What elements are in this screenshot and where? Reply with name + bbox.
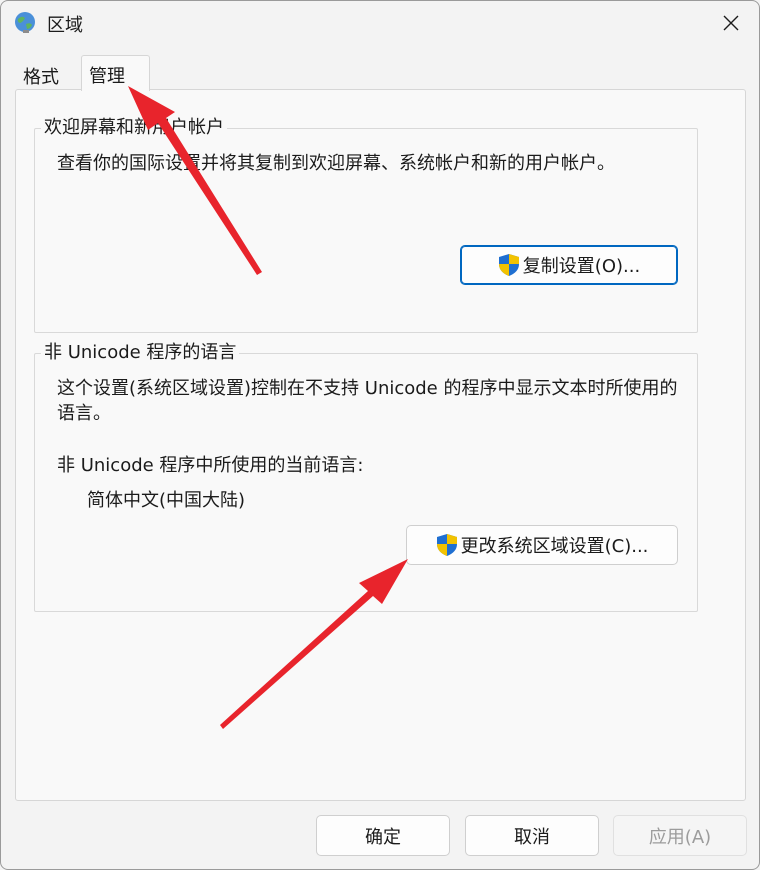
tab-administrative[interactable]: 管理 (81, 55, 150, 91)
change-system-locale-button[interactable]: 更改系统区域设置(C)... (406, 525, 678, 565)
non-unicode-description-line1: 这个设置(系统区域设置)控制在不支持 Unicode 的程序中显示文本时所使用的 (57, 378, 678, 399)
welcome-group-title: 欢迎屏幕和新用户帐户 (41, 117, 227, 139)
welcome-description: 查看你的国际设置并将其复制到欢迎屏幕、系统帐户和新的用户帐户。 (57, 153, 615, 174)
globe-icon (15, 12, 35, 33)
window-title: 区域 (47, 15, 83, 36)
current-language-value: 简体中文(中国大陆) (87, 490, 246, 511)
administrative-panel: 欢迎屏幕和新用户帐户 查看你的国际设置并将其复制到欢迎屏幕、系统帐户和新的用户帐… (15, 89, 746, 801)
ok-button[interactable]: 确定 (316, 815, 450, 856)
tab-format[interactable]: 格式 (15, 58, 81, 90)
apply-button: 应用(A) (613, 815, 747, 856)
uac-shield-icon (436, 534, 457, 556)
copy-settings-button[interactable]: 复制设置(O)... (460, 245, 678, 285)
close-icon (723, 15, 739, 31)
cancel-button[interactable]: 取消 (465, 815, 599, 856)
non-unicode-group-title: 非 Unicode 程序的语言 (41, 342, 240, 364)
current-language-label: 非 Unicode 程序中所使用的当前语言: (57, 455, 364, 476)
uac-shield-icon (498, 254, 519, 276)
non-unicode-group: 非 Unicode 程序的语言 这个设置(系统区域设置)控制在不支持 Unico… (34, 342, 698, 612)
welcome-screen-group: 欢迎屏幕和新用户帐户 查看你的国际设置并将其复制到欢迎屏幕、系统帐户和新的用户帐… (34, 117, 698, 333)
title-bar: 区域 (1, 1, 759, 45)
change-system-locale-label: 更改系统区域设置(C)... (460, 536, 649, 557)
region-dialog: 区域 格式 管理 欢迎屏幕和新用户帐户 查看你的国际设置并将其复制到欢迎屏幕、系… (0, 0, 760, 870)
non-unicode-description-line2: 语言。 (57, 403, 111, 424)
close-button[interactable] (717, 9, 745, 37)
copy-settings-label: 复制设置(O)... (522, 256, 641, 277)
